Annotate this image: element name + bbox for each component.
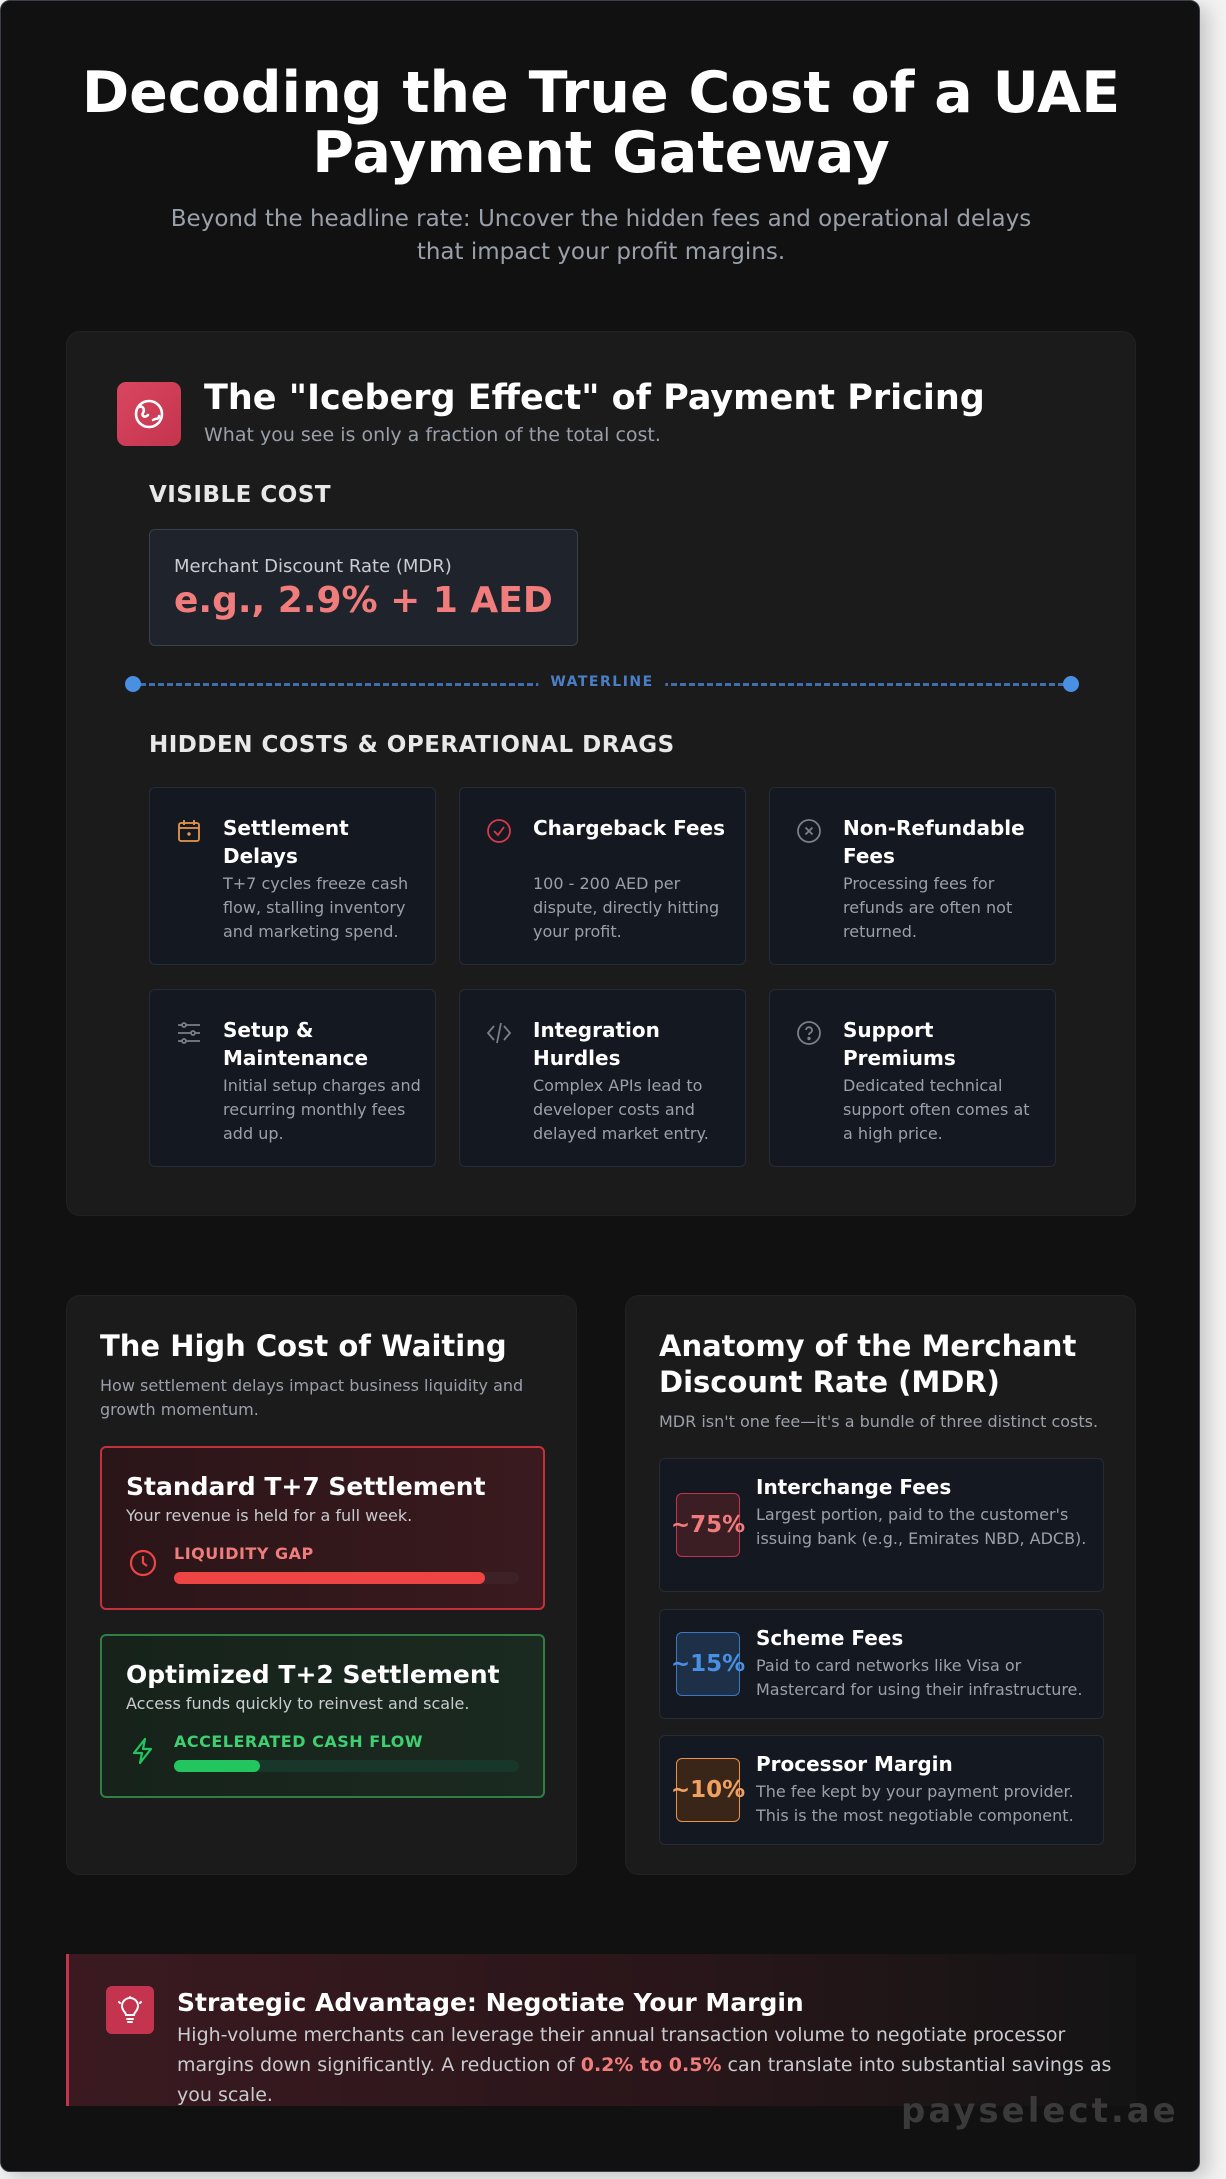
page-title: Decoding the True Cost of a UAE Payment …	[81, 60, 1121, 186]
component-title: Interchange Fees	[756, 1475, 952, 1499]
check-circle-icon	[487, 819, 511, 843]
iceberg-icon	[117, 382, 181, 446]
strategic-advantage-banner: Strategic Advantage: Negotiate Your Marg…	[66, 1954, 1136, 2106]
cost-card-support: Support Premiums Dedicated technical sup…	[769, 989, 1056, 1167]
component-desc: Paid to card networks like Visa or Maste…	[756, 1656, 1083, 1699]
cost-card-integration: Integration Hurdles Complex APIs lead to…	[459, 989, 746, 1167]
cost-desc: Dedicated technical support often comes …	[843, 1076, 1030, 1143]
waiting-desc: How settlement delays impact business li…	[100, 1376, 524, 1419]
component-desc: The fee kept by your payment provider. T…	[756, 1782, 1074, 1825]
cost-desc: T+7 cycles freeze cash flow, stalling in…	[223, 874, 409, 941]
strategic-highlight: 0.2% to 0.5%	[580, 2054, 722, 2076]
cost-card-setup: Setup & Maintenance Initial setup charge…	[149, 989, 436, 1167]
mdr-value: e.g., 2.9% + 1 AED	[174, 580, 553, 621]
watermark: payselect.ae	[901, 2091, 1179, 2131]
mdr-card: Merchant Discount Rate (MDR) e.g., 2.9% …	[149, 529, 578, 646]
settlement-title: Optimized T+2 Settlement	[126, 1660, 500, 1689]
strategic-title: Strategic Advantage: Negotiate Your Marg…	[177, 1988, 804, 2017]
waterline-dot-left	[125, 676, 141, 692]
settlement-sub: Your revenue is held for a full week.	[126, 1506, 413, 1525]
waterline-label: WATERLINE	[538, 674, 666, 690]
cost-card-settlement: Settlement Delays T+7 cycles freeze cash…	[149, 787, 436, 965]
cost-title: Chargeback Fees	[533, 816, 725, 840]
calendar-icon	[178, 820, 200, 842]
iceberg-subtitle: What you see is only a fraction of the t…	[204, 424, 661, 446]
liquidity-gap-label: LIQUIDITY GAP	[174, 1544, 314, 1563]
iceberg-panel: The "Iceberg Effect" of Payment Pricing …	[66, 331, 1136, 1216]
cost-title: Support Premiums	[843, 1018, 956, 1070]
component-desc: Largest portion, paid to the customer's …	[756, 1505, 1087, 1548]
cost-desc: Complex APIs lead to developer costs and…	[533, 1076, 709, 1143]
cash-flow-track	[174, 1760, 519, 1772]
cost-desc: 100 - 200 AED per dispute, directly hitt…	[533, 874, 720, 941]
liquidity-gap-bar	[174, 1572, 485, 1584]
optimized-settlement-card: Optimized T+2 Settlement Access funds qu…	[100, 1634, 545, 1798]
cost-desc: Processing fees for refunds are often no…	[843, 874, 1013, 941]
settlement-sub: Access funds quickly to reinvest and sca…	[126, 1694, 470, 1713]
cost-of-waiting-panel: The High Cost of Waiting How settlement …	[66, 1295, 577, 1875]
waterline-dot-right	[1063, 676, 1079, 692]
accelerated-cash-flow-label: ACCELERATED CASH FLOW	[174, 1732, 423, 1751]
waiting-title: The High Cost of Waiting	[100, 1329, 507, 1363]
mdr-component-processor: ~10% Processor Margin The fee kept by yo…	[659, 1735, 1104, 1845]
cost-title: Non-Refundable Fees	[843, 816, 1025, 868]
standard-settlement-card: Standard T+7 Settlement Your revenue is …	[100, 1446, 545, 1610]
iceberg-title: The "Iceberg Effect" of Payment Pricing	[204, 378, 985, 418]
mdr-label: Merchant Discount Rate (MDR)	[174, 556, 452, 577]
mdr-component-scheme: ~15% Scheme Fees Paid to card networks l…	[659, 1609, 1104, 1719]
mdr-anatomy-panel: Anatomy of the Merchant Discount Rate (M…	[625, 1295, 1136, 1875]
visible-cost-heading: VISIBLE COST	[149, 482, 332, 508]
question-circle-icon	[797, 1021, 821, 1045]
cost-card-chargeback: Chargeback Fees 100 - 200 AED per disput…	[459, 787, 746, 965]
mdr-component-interchange: ~75% Interchange Fees Largest portion, p…	[659, 1458, 1104, 1592]
cost-desc: Initial setup charges and recurring mont…	[223, 1076, 421, 1143]
lightbulb-icon	[106, 1986, 154, 2034]
x-circle-icon	[797, 819, 821, 843]
waterline: WATERLINE	[125, 674, 1079, 694]
cash-flow-bar	[174, 1760, 261, 1772]
cost-title: Setup & Maintenance	[223, 1018, 369, 1070]
cost-title: Integration Hurdles	[533, 1018, 660, 1070]
hidden-costs-heading: HIDDEN COSTS & OPERATIONAL DRAGS	[149, 732, 675, 758]
anatomy-desc: MDR isn't one fee—it's a bundle of three…	[659, 1412, 1099, 1431]
settlement-title: Standard T+7 Settlement	[126, 1472, 486, 1501]
percent-badge: ~15%	[671, 1632, 745, 1696]
lightning-icon	[132, 1737, 153, 1765]
anatomy-title: Anatomy of the Merchant Discount Rate (M…	[659, 1329, 1077, 1399]
cost-title: Settlement Delays	[223, 816, 349, 868]
page-subtitle: Beyond the headline rate: Uncover the hi…	[170, 206, 1032, 265]
component-title: Scheme Fees	[756, 1626, 904, 1650]
component-title: Processor Margin	[756, 1752, 953, 1776]
percent-badge: ~75%	[671, 1493, 745, 1557]
clock-icon	[129, 1549, 157, 1577]
cost-card-non-refundable: Non-Refundable Fees Processing fees for …	[769, 787, 1056, 965]
liquidity-gap-track	[174, 1572, 519, 1584]
code-icon	[486, 1022, 512, 1044]
percent-badge: ~10%	[671, 1758, 745, 1822]
infographic-canvas: Decoding the True Cost of a UAE Payment …	[0, 0, 1200, 2172]
sliders-icon	[178, 1022, 200, 1044]
